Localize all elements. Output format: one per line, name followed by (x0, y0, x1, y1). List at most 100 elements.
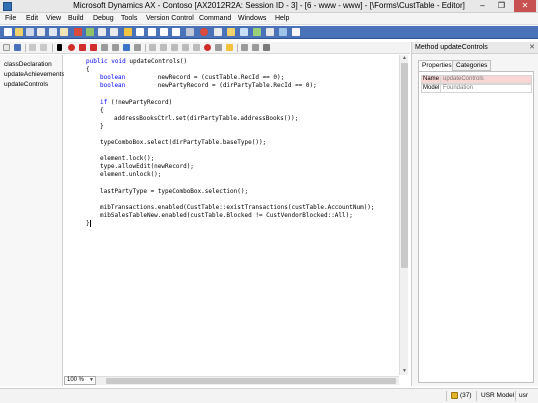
help-icon[interactable] (292, 28, 300, 36)
property-row-name[interactable]: Name updateControls (421, 75, 532, 84)
compare-icon[interactable] (279, 28, 287, 36)
sort-ascending-icon[interactable] (98, 28, 106, 36)
code-line[interactable]: boolean newPartyRecord = (dirPartyTable.… (100, 82, 317, 89)
lightbulb-icon[interactable] (226, 44, 233, 51)
restore-button[interactable]: ❐ (493, 0, 510, 12)
menu-tools[interactable]: Tools (121, 15, 137, 22)
stop-icon[interactable] (200, 28, 208, 36)
redo-icon[interactable] (40, 44, 47, 51)
menu-version-control[interactable]: Version Control (146, 15, 194, 22)
method-item-class-declaration[interactable]: classDeclaration (4, 61, 52, 68)
search-icon[interactable] (263, 44, 270, 51)
copy-icon[interactable] (49, 28, 57, 36)
help-circle-icon[interactable] (204, 44, 211, 51)
close-icon[interactable]: ✕ (529, 43, 535, 51)
menu-file[interactable]: File (5, 15, 16, 22)
method-item-update-controls[interactable]: updateControls (4, 81, 48, 88)
horizontal-scrollbar[interactable] (96, 376, 399, 385)
code-text: newRecord = (custTable.RecId == 0); (125, 74, 285, 82)
status-user: usr (519, 392, 529, 399)
code-line[interactable]: } (100, 123, 104, 130)
sort-descending-icon[interactable] (110, 28, 118, 36)
code-line[interactable]: element.lock(); (100, 155, 154, 162)
undo-icon[interactable] (29, 44, 36, 51)
code-line[interactable]: type.allowEdit(newRecord); (100, 163, 194, 170)
horizontal-scroll-thumb[interactable] (106, 378, 396, 384)
cut-icon[interactable] (37, 28, 45, 36)
save-icon[interactable] (26, 28, 34, 36)
navigate-icon[interactable] (252, 44, 259, 51)
menu-edit[interactable]: Edit (26, 15, 38, 22)
uncomment-icon[interactable] (160, 44, 167, 51)
home-icon[interactable] (240, 28, 248, 36)
close-button[interactable]: ✕ (514, 0, 536, 12)
filter-icon[interactable] (86, 28, 94, 36)
document-icon[interactable] (214, 28, 222, 36)
toggle-breakpoint-icon[interactable] (79, 44, 86, 51)
label-icon[interactable] (123, 44, 130, 51)
code-editor[interactable]: public void updateControls(){boolean new… (64, 55, 398, 375)
property-row-model[interactable]: Model Foundation (421, 84, 532, 93)
status-count[interactable]: (37) (460, 392, 472, 399)
scroll-up-icon[interactable]: ▲ (400, 55, 409, 61)
run-icon[interactable] (57, 44, 62, 51)
menu-build[interactable]: Build (68, 15, 84, 22)
outdent-icon[interactable] (182, 44, 189, 51)
paste-icon[interactable] (60, 28, 68, 36)
vertical-scroll-thumb[interactable] (401, 63, 408, 268)
indent-icon[interactable] (171, 44, 178, 51)
code-text: { (100, 106, 104, 114)
find-icon[interactable] (124, 28, 132, 36)
previous-record-icon[interactable] (148, 28, 156, 36)
bookmark-icon[interactable] (241, 44, 248, 51)
method-item-update-achievements[interactable]: updateAchievements* (4, 71, 67, 78)
tab-categories[interactable]: Categories (452, 60, 492, 71)
new-icon[interactable] (4, 28, 12, 36)
menu-windows[interactable]: Windows (238, 15, 266, 22)
print-icon[interactable] (186, 28, 194, 36)
delete-icon[interactable] (74, 28, 82, 36)
new-method-icon[interactable] (3, 44, 10, 51)
menu-bar: File Edit View Build Debug Tools Version… (0, 13, 538, 25)
save-method-icon[interactable] (14, 44, 21, 51)
code-line[interactable]: addressBooksCtrl.set(dirPartyTable.addre… (114, 115, 298, 122)
menu-view[interactable]: View (46, 15, 61, 22)
properties-title: Method updateControls (415, 44, 488, 51)
code-line[interactable]: if (!newPartyRecord) (100, 99, 172, 106)
menu-command[interactable]: Command (199, 15, 231, 22)
last-record-icon[interactable] (172, 28, 180, 36)
code-line[interactable]: { (86, 66, 90, 73)
open-folder-icon[interactable] (15, 28, 23, 36)
scroll-down-icon[interactable]: ▼ (400, 368, 409, 374)
code-line[interactable]: public void updateControls() (86, 58, 187, 65)
lookup-icon[interactable] (101, 44, 108, 51)
code-line[interactable]: typeComboBox.select(dirPartyTable.baseTy… (100, 139, 266, 146)
menu-help[interactable]: Help (275, 15, 289, 22)
property-value[interactable]: updateControls (442, 76, 532, 83)
script-icon[interactable] (134, 44, 141, 51)
minimize-button[interactable]: – (474, 0, 491, 12)
breakpoint-icon[interactable] (68, 44, 75, 51)
list-icon[interactable] (112, 44, 119, 51)
code-line[interactable]: lastPartyType = typeComboBox.selection()… (100, 188, 248, 195)
code-keyword: boolean (100, 82, 126, 90)
vertical-scrollbar[interactable]: ▲ ▼ (399, 55, 408, 375)
alert-icon[interactable] (227, 28, 235, 36)
next-record-icon[interactable] (160, 28, 168, 36)
info-icon[interactable] (215, 44, 222, 51)
compile-icon[interactable] (193, 44, 200, 51)
code-line[interactable]: mibTransactions.enabled(CustTable::exist… (100, 204, 375, 211)
properties-icon[interactable] (266, 28, 274, 36)
code-line[interactable]: element.unlock(); (100, 171, 161, 178)
first-record-icon[interactable] (136, 28, 144, 36)
aot-icon[interactable] (253, 28, 261, 36)
code-line[interactable]: mibSalesTableNew.enabled(custTable.Block… (100, 212, 353, 219)
menu-debug[interactable]: Debug (93, 15, 114, 22)
code-line[interactable]: { (100, 107, 104, 114)
separator (237, 44, 238, 52)
zoom-select[interactable]: 100 % ▼ (64, 376, 96, 385)
comment-icon[interactable] (149, 44, 156, 51)
remove-breakpoints-icon[interactable] (90, 44, 97, 51)
chevron-down-icon: ▼ (89, 377, 94, 383)
code-line[interactable]: boolean newRecord = (custTable.RecId == … (100, 74, 284, 81)
